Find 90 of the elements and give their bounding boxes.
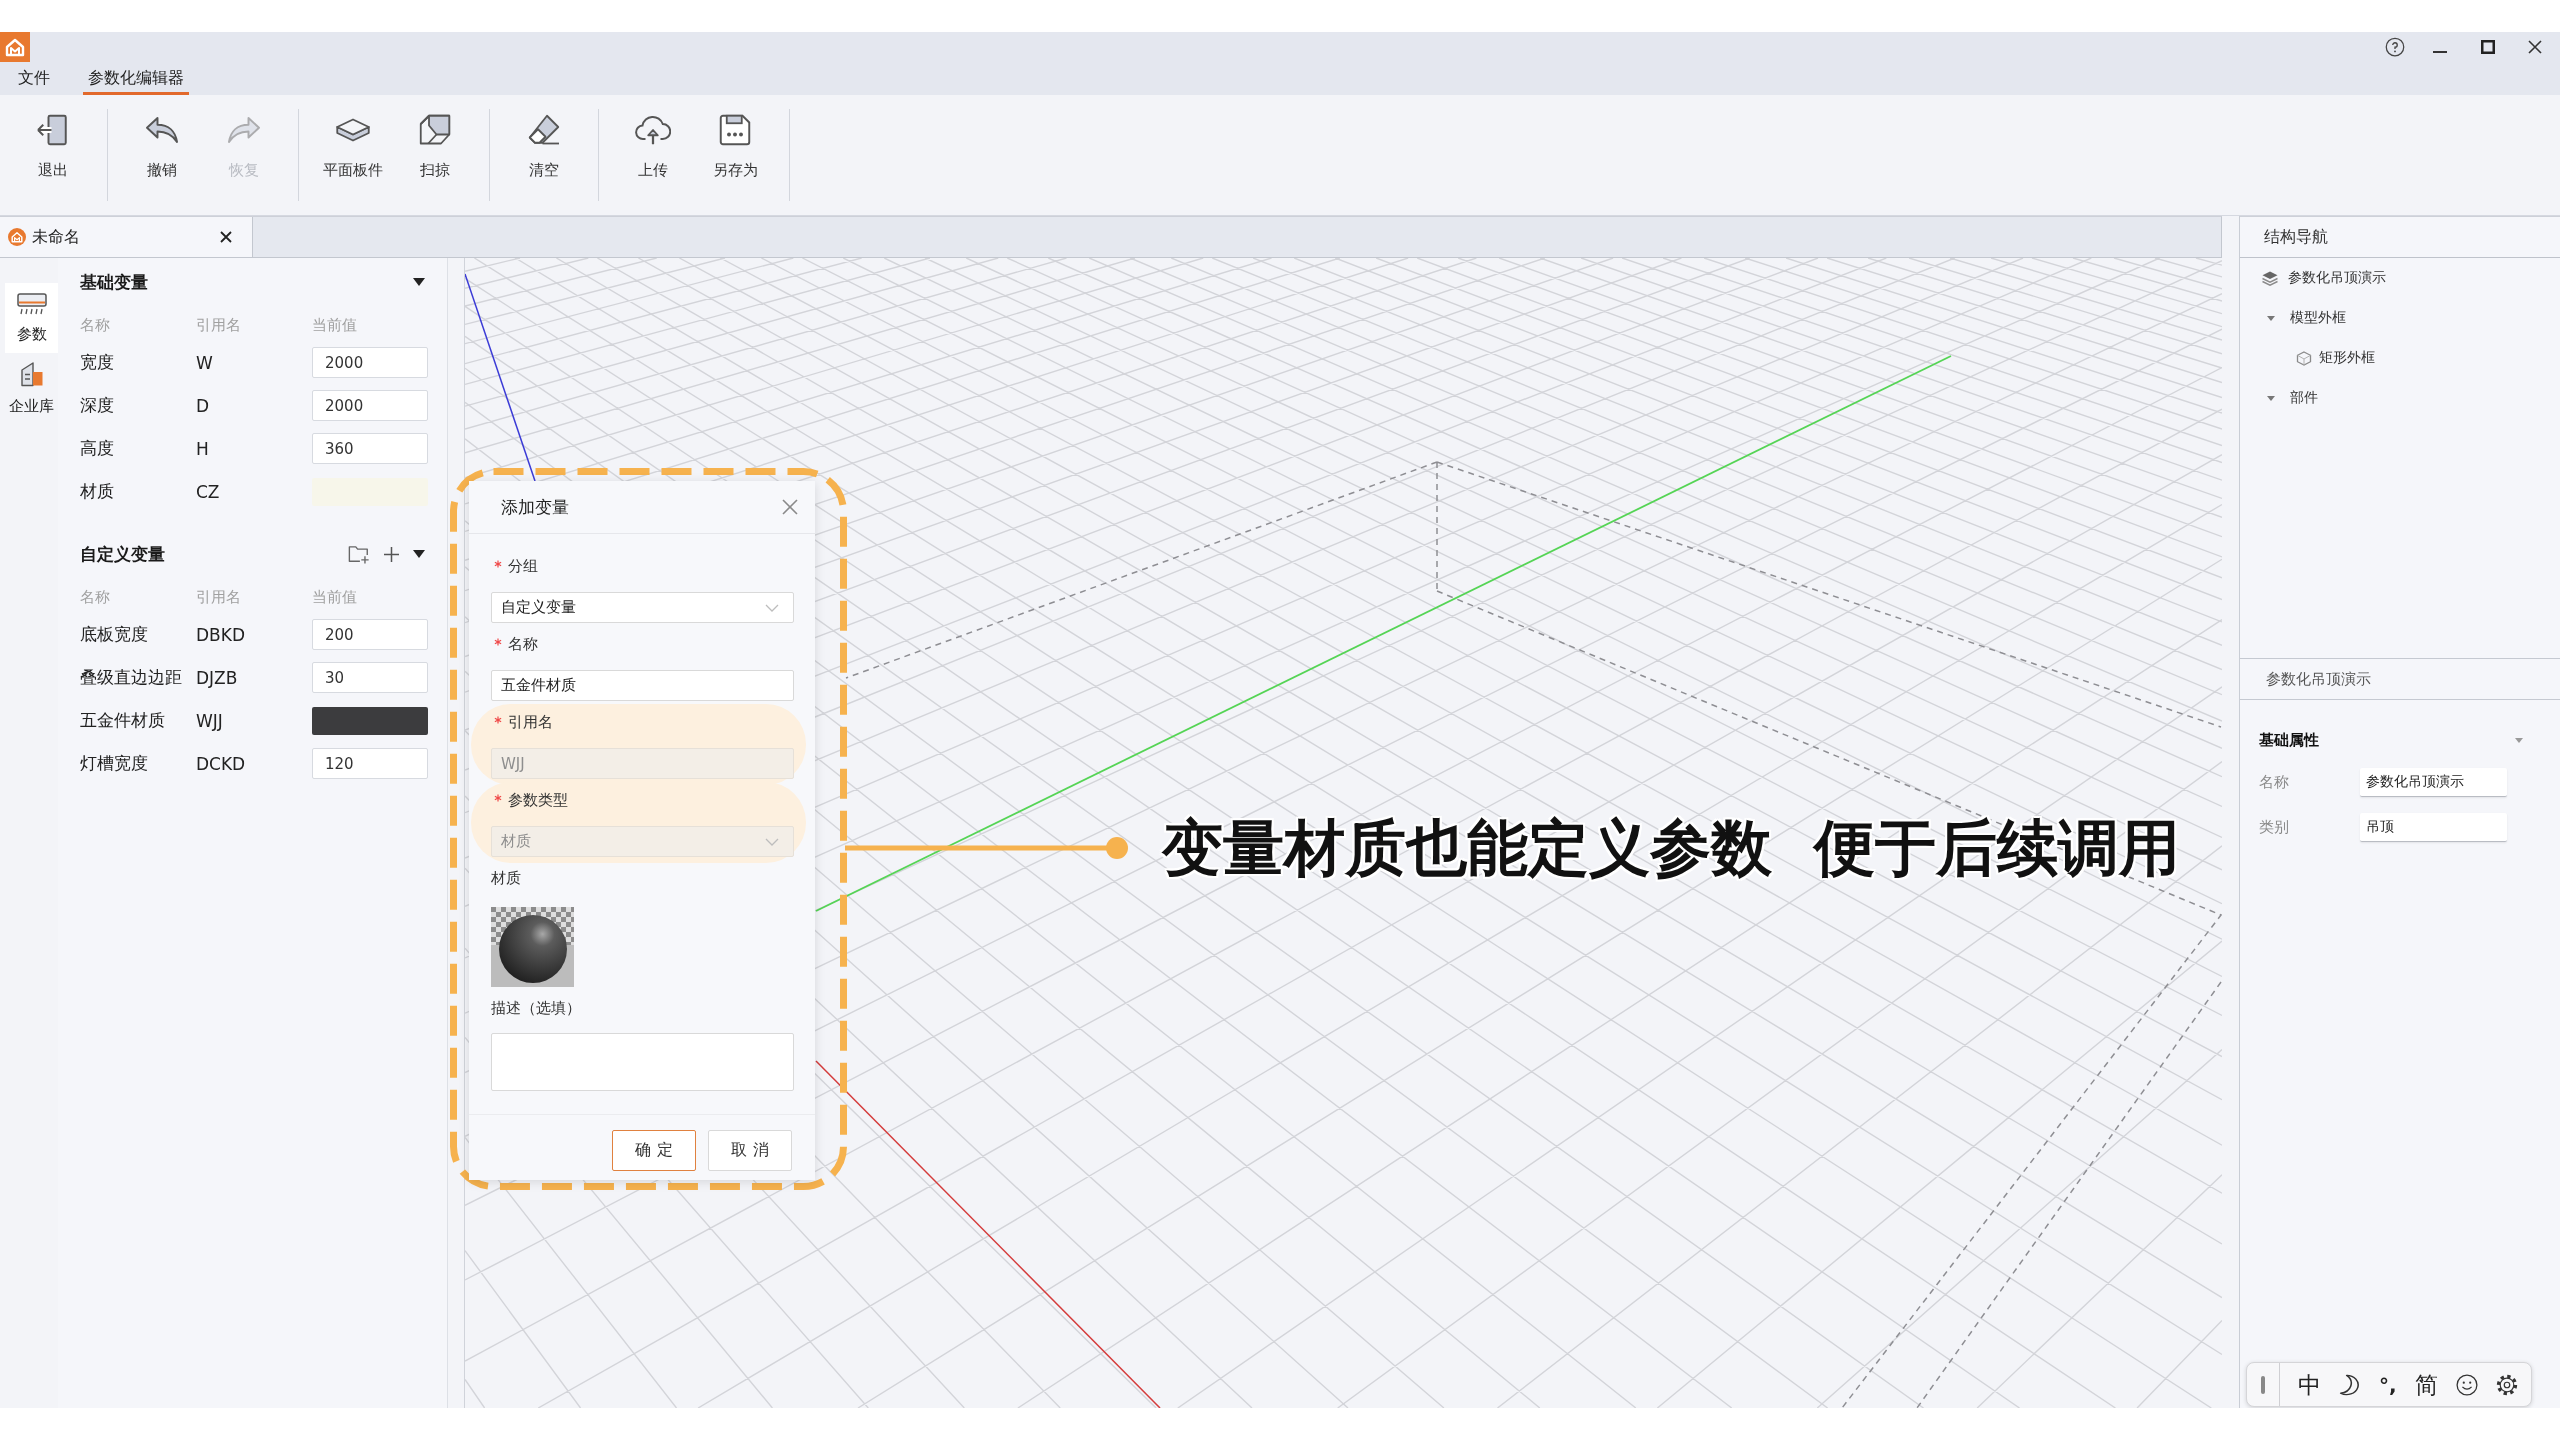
section-title: 基础属性 bbox=[2259, 730, 2319, 750]
column-header: 当前值 bbox=[312, 588, 357, 607]
maximize-icon[interactable] bbox=[2481, 40, 2495, 54]
property-label: 名称 bbox=[2259, 773, 2290, 792]
cube-outline-icon bbox=[2296, 350, 2312, 366]
field-label: 分组 bbox=[508, 556, 538, 576]
reference-name: H bbox=[196, 438, 209, 459]
reference-name: CZ bbox=[196, 481, 220, 502]
charset-toggle[interactable]: 简 bbox=[2414, 1370, 2438, 1399]
panel-title: 结构导航 bbox=[2264, 226, 2328, 248]
side-tab[interactable]: 企业库 bbox=[5, 353, 58, 423]
close-icon[interactable] bbox=[2528, 40, 2542, 54]
column-header: 名称 bbox=[80, 588, 110, 607]
air-conditioner-icon bbox=[16, 292, 47, 315]
reference-name: D bbox=[196, 395, 210, 416]
value-field[interactable]: 30 bbox=[312, 662, 428, 693]
input-mode-toggle[interactable]: 中 bbox=[2298, 1370, 2321, 1399]
side-tab[interactable]: 参数 bbox=[5, 283, 58, 353]
chevron-down-icon bbox=[765, 603, 779, 612]
dialog-button[interactable]: 取 消 bbox=[708, 1130, 792, 1171]
caret-down-icon[interactable] bbox=[413, 278, 425, 286]
reference-name: DBKD bbox=[196, 624, 245, 645]
property-field[interactable]: 吊顶 bbox=[2360, 813, 2507, 842]
value-field[interactable]: 120 bbox=[312, 748, 428, 779]
reference-name: W bbox=[196, 352, 213, 373]
settings-icon[interactable] bbox=[2495, 1373, 2518, 1396]
column-header: 引用名 bbox=[196, 588, 241, 607]
variable-name: 宽度 bbox=[80, 351, 114, 374]
caret-down-icon[interactable] bbox=[413, 550, 425, 558]
toolbar-button[interactable]: 退出 bbox=[15, 105, 91, 205]
property-field[interactable]: 参数化吊顶演示 bbox=[2360, 768, 2507, 797]
variable-name: 材质 bbox=[80, 480, 114, 503]
tree-item[interactable]: 矩形外框 bbox=[2319, 349, 2375, 367]
callout-text: 便于后续调用 bbox=[1814, 813, 2180, 883]
chevron-down-icon bbox=[765, 837, 779, 846]
app-logo-icon[interactable] bbox=[0, 32, 30, 62]
variable-name: 灯槽宽度 bbox=[80, 752, 148, 775]
field-label: 材质 bbox=[491, 868, 521, 888]
folder-add-icon[interactable] bbox=[348, 544, 370, 564]
value-field[interactable]: 200 bbox=[312, 619, 428, 650]
variable-name: 叠级直边边距 bbox=[80, 666, 182, 689]
column-header: 当前值 bbox=[312, 316, 357, 335]
property-label: 类别 bbox=[2259, 818, 2290, 837]
panel-title: 参数化吊顶演示 bbox=[2266, 669, 2371, 689]
smiley-icon[interactable] bbox=[2455, 1373, 2478, 1396]
toolbar-button[interactable]: 撤销 bbox=[124, 105, 200, 205]
dialog-button[interactable]: 确 定 bbox=[612, 1130, 696, 1171]
toolbar-button[interactable]: 另存为 bbox=[697, 105, 773, 205]
section-title: 基础变量 bbox=[80, 270, 148, 294]
document-tab[interactable]: 未命名 bbox=[0, 217, 253, 257]
field-label: 引用名 bbox=[508, 712, 553, 732]
field-label: 名称 bbox=[508, 634, 538, 654]
dropdown-field[interactable]: 自定义变量 bbox=[491, 592, 794, 623]
variable-name: 高度 bbox=[80, 437, 114, 460]
variable-name: 底板宽度 bbox=[80, 623, 148, 646]
field-label: 参数类型 bbox=[508, 790, 568, 810]
menu-tab[interactable]: 文件 bbox=[13, 62, 55, 95]
help-icon[interactable] bbox=[2385, 37, 2405, 57]
reference-name: DCKD bbox=[196, 753, 246, 774]
text-area-field[interactable] bbox=[491, 1033, 794, 1091]
field-label: 描述（选填） bbox=[491, 998, 581, 1018]
reference-name: WJJ bbox=[196, 710, 223, 731]
plus-icon[interactable] bbox=[384, 546, 399, 562]
toolbar-button[interactable]: 扫掠 bbox=[397, 105, 473, 205]
material-swatch[interactable] bbox=[312, 706, 428, 735]
app-logo-icon bbox=[8, 228, 26, 246]
column-header: 引用名 bbox=[196, 316, 241, 335]
punctuation-toggle[interactable]: °, bbox=[2379, 1370, 2397, 1399]
toolbar-button[interactable]: 上传 bbox=[615, 105, 691, 205]
text-field[interactable]: 五金件材质 bbox=[491, 670, 794, 701]
tree-item[interactable]: 参数化吊顶演示 bbox=[2288, 269, 2386, 287]
tree-item[interactable]: 模型外框 bbox=[2290, 309, 2346, 327]
toolbar-button[interactable]: 清空 bbox=[506, 105, 582, 205]
dialog-title: 添加变量 bbox=[501, 495, 569, 519]
toolbar-button[interactable]: 平面板件 bbox=[315, 105, 391, 205]
value-field[interactable]: 2000 bbox=[312, 390, 428, 421]
value-field[interactable]: 2000 bbox=[312, 347, 428, 378]
callout-text: 变量材质也能定义参数 bbox=[1162, 813, 1772, 883]
tree-item[interactable]: 部件 bbox=[2290, 389, 2318, 407]
section-title: 自定义变量 bbox=[80, 542, 165, 566]
variable-name: 深度 bbox=[80, 394, 114, 417]
close-icon[interactable] bbox=[220, 231, 232, 243]
reference-name: DJZB bbox=[196, 667, 238, 688]
column-header: 名称 bbox=[80, 316, 110, 335]
variable-name: 五金件材质 bbox=[80, 709, 165, 732]
building-icon bbox=[19, 360, 44, 387]
drag-handle-icon[interactable] bbox=[2261, 1375, 2265, 1394]
value-field[interactable]: 360 bbox=[312, 433, 428, 464]
moon-icon[interactable] bbox=[2339, 1373, 2361, 1396]
layers-icon bbox=[2262, 270, 2278, 286]
